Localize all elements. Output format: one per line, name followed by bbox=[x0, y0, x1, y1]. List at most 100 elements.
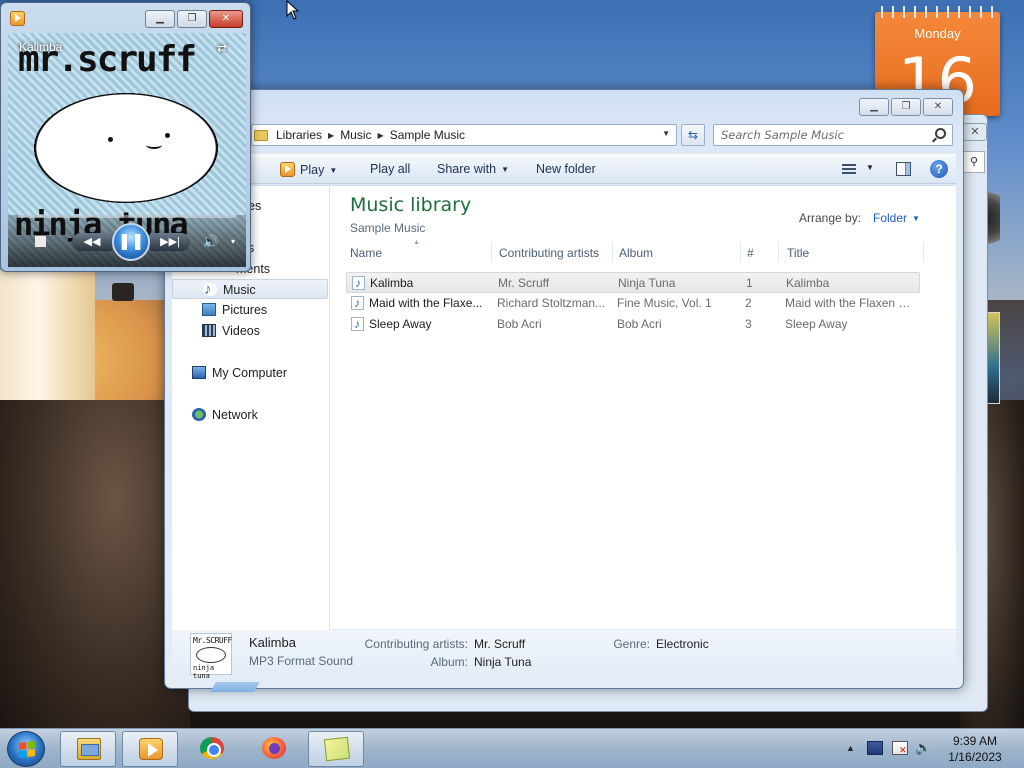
desktop-icon-fragment bbox=[210, 682, 260, 692]
breadcrumb-libraries[interactable]: Libraries bbox=[276, 128, 322, 142]
folder-icon bbox=[254, 129, 268, 141]
show-hidden-icons-icon[interactable]: ▲ bbox=[846, 743, 855, 753]
nav-item-my-computer[interactable]: My Computer bbox=[172, 363, 328, 383]
refresh-button[interactable]: ⇆ bbox=[681, 124, 705, 146]
action-center-icon[interactable] bbox=[892, 741, 908, 756]
play-icon bbox=[280, 162, 295, 177]
taskbar-firefox-button[interactable] bbox=[246, 731, 302, 767]
column-divider[interactable] bbox=[612, 242, 613, 262]
breadcrumb-sample-music[interactable]: Sample Music bbox=[390, 128, 465, 142]
taskbar-chrome-button[interactable] bbox=[184, 731, 240, 767]
share-with-button[interactable]: Share with ▼ bbox=[437, 162, 509, 176]
stop-button[interactable] bbox=[35, 236, 46, 247]
cell-title: Sleep Away bbox=[785, 317, 848, 331]
column-divider[interactable] bbox=[491, 242, 492, 262]
taskbar: ▲ 🔊 9:39 AM 1/16/2023 bbox=[0, 728, 1024, 768]
breadcrumb-separator-icon[interactable]: ▶ bbox=[328, 131, 334, 140]
play-button[interactable]: Play ▼ bbox=[280, 162, 337, 177]
next-button[interactable]: ▶▶| bbox=[150, 233, 190, 251]
thumbnail-art-text-bottom: ninja tuna bbox=[193, 664, 215, 680]
new-folder-button[interactable]: New folder bbox=[536, 162, 596, 176]
cell-name: Kalimba bbox=[370, 276, 414, 290]
audio-file-icon bbox=[352, 273, 365, 294]
start-button[interactable] bbox=[7, 731, 45, 767]
address-dropdown-icon[interactable]: ▼ bbox=[662, 129, 670, 138]
close-button[interactable]: ✕ bbox=[209, 10, 243, 28]
library-subtitle: Sample Music bbox=[350, 221, 426, 235]
details-genre-value[interactable]: Electronic bbox=[656, 637, 709, 651]
album-art-eye bbox=[108, 137, 113, 142]
minimize-button[interactable]: ▁ bbox=[859, 98, 889, 116]
nav-item-music[interactable]: Music bbox=[172, 279, 328, 300]
minimize-button[interactable]: ▁ bbox=[145, 10, 175, 28]
computer-icon bbox=[192, 366, 206, 379]
preview-pane-icon[interactable] bbox=[896, 162, 911, 176]
details-file-type: MP3 Format Sound bbox=[249, 654, 354, 668]
nav-item-partial-libraries[interactable]: s bbox=[248, 238, 288, 258]
thumbnail-art-text-top: Mr.SCRUFF bbox=[193, 636, 232, 645]
details-artists-value[interactable]: Mr. Scruff bbox=[474, 637, 525, 651]
cell-artists: Richard Stoltzman... bbox=[497, 296, 606, 310]
chevron-down-icon: ▼ bbox=[912, 214, 920, 223]
table-row[interactable]: Maid with the Flaxe... Richard Stoltzman… bbox=[346, 293, 920, 314]
cell-number: 1 bbox=[746, 276, 753, 290]
column-header-number[interactable]: # bbox=[747, 246, 754, 262]
media-player-window[interactable]: ▁ ❐ ✕ mr.scruff ninja tuna Kalimba ⇄ ◀◀ … bbox=[0, 2, 251, 272]
close-icon[interactable]: ✕ bbox=[963, 123, 987, 141]
column-divider[interactable] bbox=[778, 242, 779, 262]
change-view-icon[interactable] bbox=[842, 164, 856, 175]
close-button[interactable]: ✕ bbox=[923, 98, 953, 116]
search-icon[interactable] bbox=[935, 128, 946, 139]
column-header-title[interactable]: Title bbox=[787, 246, 809, 262]
breadcrumb-music[interactable]: Music bbox=[340, 128, 371, 142]
nav-item-partial-favorites[interactable]: es bbox=[248, 196, 288, 216]
chevron-down-icon: ▼ bbox=[329, 166, 338, 175]
arrange-by-dropdown[interactable]: Folder ▼ bbox=[873, 211, 920, 225]
switch-to-library-icon[interactable]: ⇄ bbox=[217, 41, 233, 55]
cell-title: Maid with the Flaxen H... bbox=[785, 296, 917, 310]
table-row[interactable]: Sleep Away Bob Acri Bob Acri 3 Sleep Awa… bbox=[346, 314, 920, 335]
system-clock[interactable]: 9:39 AM 1/16/2023 bbox=[940, 733, 1010, 765]
share-with-label: Share with bbox=[437, 162, 497, 176]
taskbar-sticky-notes-button[interactable] bbox=[308, 731, 364, 767]
seek-bar[interactable] bbox=[18, 215, 236, 218]
previous-button[interactable]: ◀◀ bbox=[72, 233, 112, 251]
clock-date: 1/16/2023 bbox=[948, 750, 1002, 764]
column-divider[interactable] bbox=[740, 242, 741, 262]
clock-gadget-edge[interactable] bbox=[986, 178, 1000, 258]
column-header-artists[interactable]: Contributing artists bbox=[499, 246, 599, 262]
breadcrumb-separator-icon[interactable]: ▶ bbox=[378, 131, 384, 140]
network-tray-icon[interactable] bbox=[867, 741, 883, 755]
details-album-label: Album: bbox=[430, 655, 468, 669]
cell-album: Fine Music, Vol. 1 bbox=[617, 296, 712, 310]
playback-controls: ◀◀ ❚❚ ▶▶| 🔊 ▾ bbox=[8, 215, 246, 267]
taskbar-explorer-button[interactable] bbox=[60, 731, 116, 767]
table-row[interactable]: Kalimba Mr. Scruff Ninja Tuna 1 Kalimba bbox=[346, 272, 920, 294]
column-header-name[interactable]: Name bbox=[350, 246, 382, 262]
cell-name: Sleep Away bbox=[369, 317, 432, 331]
maximize-button[interactable]: ❐ bbox=[177, 10, 207, 28]
column-divider[interactable] bbox=[923, 242, 924, 262]
nav-item-pictures[interactable]: Pictures bbox=[172, 300, 328, 320]
pause-button[interactable]: ❚❚ bbox=[112, 223, 150, 261]
view-options-chevron-icon[interactable]: ▼ bbox=[866, 163, 874, 172]
volume-tray-icon[interactable]: 🔊 bbox=[915, 741, 931, 755]
details-album-value[interactable]: Ninja Tuna bbox=[474, 655, 531, 669]
volume-dropdown-icon[interactable]: ▾ bbox=[228, 235, 238, 249]
column-header-album[interactable]: Album bbox=[619, 246, 653, 262]
arrange-by-label: Arrange by: bbox=[799, 211, 862, 225]
help-icon[interactable]: ? bbox=[930, 160, 948, 178]
content-area: es s ments Music Pictures Videos My Comp… bbox=[172, 185, 956, 630]
nav-item-videos[interactable]: Videos bbox=[172, 321, 328, 341]
taskbar-media-player-button[interactable] bbox=[122, 731, 178, 767]
explorer-window[interactable]: ▁ ❐ ✕ Libraries ▶ Music ▶ Sample Music ▼… bbox=[164, 89, 964, 692]
cell-album: Bob Acri bbox=[617, 317, 662, 331]
address-bar[interactable]: Libraries ▶ Music ▶ Sample Music ▼ bbox=[251, 124, 677, 146]
play-all-button[interactable]: Play all bbox=[370, 162, 410, 176]
search-icon[interactable]: ⚲ bbox=[963, 151, 985, 173]
search-input[interactable]: Search Sample Music bbox=[713, 124, 953, 146]
volume-icon[interactable]: 🔊 bbox=[200, 233, 222, 251]
nav-item-network[interactable]: Network bbox=[172, 405, 328, 425]
maximize-button[interactable]: ❐ bbox=[891, 98, 921, 116]
slideshow-gadget-edge[interactable] bbox=[986, 312, 1000, 404]
